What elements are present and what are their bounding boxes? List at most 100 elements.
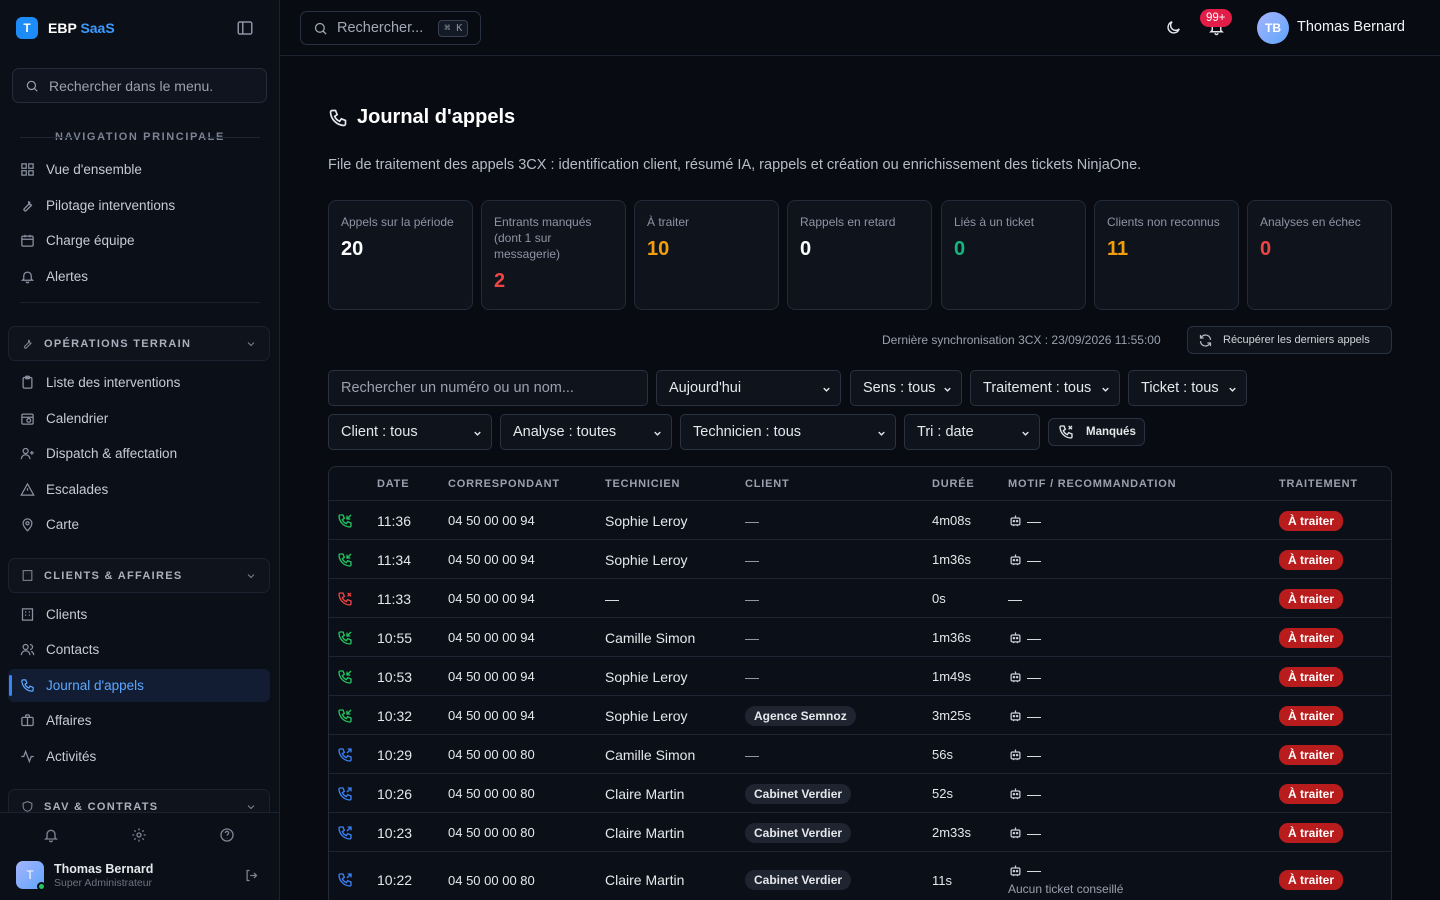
chevron-down-icon [1229, 387, 1236, 392]
status-badge[interactable]: À traiter [1279, 627, 1344, 648]
group-clients-affaires[interactable]: CLIENTS & AFFAIRES [8, 558, 270, 593]
client-select[interactable]: Client : tous [328, 414, 492, 450]
chevron-down-icon [474, 431, 481, 436]
bell-icon[interactable] [43, 827, 59, 843]
sidebar-item-alertes[interactable]: Alertes [8, 260, 270, 293]
fetch-calls-button[interactable]: Récupérer les derniers appels [1187, 326, 1392, 354]
sidebar-item-contacts[interactable]: Contacts [8, 633, 270, 666]
client-badge[interactable]: Cabinet Verdier [745, 870, 852, 890]
sidebar-item-clients[interactable]: Clients [8, 598, 270, 631]
sidebar-user[interactable]: T Thomas Bernard Super Administrateur [16, 861, 154, 891]
logout-icon[interactable] [244, 868, 259, 883]
cell-number[interactable]: 04 50 00 00 94 [448, 540, 535, 579]
missed-calls-button[interactable]: Manqués [1048, 418, 1145, 446]
user-menu-name[interactable]: Thomas Bernard [1297, 19, 1405, 35]
sidebar-item-label: Dispatch & affectation [46, 446, 178, 461]
sidebar-item-pilotage[interactable]: Pilotage interventions [8, 189, 270, 222]
cell-motif: — [1008, 630, 1041, 646]
client-badge[interactable]: Cabinet Verdier [745, 822, 852, 843]
table-row[interactable]: 10:26 04 50 00 00 80 Claire Martin Cabinet … [329, 773, 1391, 813]
cell-number[interactable]: 04 50 00 00 80 [448, 852, 535, 900]
status-badge[interactable]: À traiter [1279, 705, 1344, 726]
group-operations-terrain[interactable]: OPÉRATIONS TERRAIN [8, 326, 270, 361]
sidebar-item-escalades[interactable]: Escalades [8, 473, 270, 506]
cell-motif: — [1008, 786, 1041, 802]
table-row[interactable]: 11:36 04 50 00 00 94 Sophie Leroy — 4m08s — À … [329, 500, 1391, 540]
status-badge[interactable]: À traiter [1279, 549, 1344, 570]
user-avatar[interactable]: TB [1257, 12, 1289, 44]
sidebar-item-dispatch[interactable]: Dispatch & affectation [8, 437, 270, 470]
cell-number[interactable]: 04 50 00 00 80 [448, 774, 535, 813]
cell-number[interactable]: 04 50 00 00 94 [448, 501, 535, 540]
menu-search-placeholder: Rechercher dans le menu. [49, 77, 214, 94]
table-row[interactable]: 10:55 04 50 00 00 94 Camille Simon — 1m36s — À… [329, 617, 1391, 657]
cell-client: — [745, 551, 759, 568]
cell-number[interactable]: 04 50 00 00 94 [448, 579, 535, 618]
phone-outgoing-icon [338, 873, 352, 887]
column-header-technicien[interactable]: TECHNICIEN [605, 478, 680, 490]
cell-technician: Sophie Leroy [605, 512, 688, 529]
status-badge[interactable]: À traiter [1279, 588, 1344, 609]
gear-icon[interactable] [131, 827, 147, 843]
cell-number[interactable]: 04 50 00 00 80 [448, 735, 535, 774]
sidebar-item-affaires[interactable]: Affaires [8, 704, 270, 737]
cell-number[interactable]: 04 50 00 00 94 [448, 696, 535, 735]
period-select[interactable]: Aujourd'hui [656, 370, 841, 406]
status-badge[interactable]: À traiter [1279, 744, 1344, 765]
sidebar-collapse-icon[interactable] [236, 19, 254, 37]
cell-duration: 1m49s [932, 669, 972, 684]
column-header-duree[interactable]: DURÉE [932, 478, 975, 490]
column-header-correspondant[interactable]: CORRESPONDANT [448, 478, 560, 490]
cell-technician: Sophie Leroy [605, 668, 688, 685]
table-row[interactable]: 11:33 04 50 00 00 94 — — 0s — À traiter [329, 578, 1391, 618]
calendar-clock-icon [21, 413, 34, 425]
technician-select[interactable]: Technicien : tous [680, 414, 896, 450]
analysis-select[interactable]: Analyse : toutes [500, 414, 672, 450]
cell-number[interactable]: 04 50 00 00 94 [448, 657, 535, 696]
client-badge[interactable]: Agence Semnoz [745, 705, 856, 726]
status-badge[interactable]: À traiter [1279, 666, 1344, 687]
table-row[interactable]: 10:22 04 50 00 00 80 Claire Martin Cabinet … [329, 851, 1391, 900]
column-header-motif[interactable]: MOTIF / RECOMMANDATION [1008, 478, 1176, 490]
sidebar-item-carte[interactable]: Carte [8, 508, 270, 541]
ticket-select[interactable]: Ticket : tous [1128, 370, 1247, 406]
direction-select[interactable]: Sens : tous [850, 370, 962, 406]
sidebar-item-calendrier[interactable]: Calendrier [8, 402, 270, 435]
moon-icon[interactable] [1165, 19, 1182, 36]
kpi-card: Entrants manqués (dont 1 sur messagerie)… [481, 200, 626, 310]
call-search-input[interactable]: Rechercher un numéro ou un nom... [328, 370, 648, 406]
sidebar-item-overview[interactable]: Vue d'ensemble [8, 153, 270, 186]
users-icon [20, 643, 35, 656]
menu-search-input[interactable]: Rechercher dans le menu. [12, 68, 267, 103]
table-row[interactable]: 10:32 04 50 00 00 94 Sophie Leroy Agence Se… [329, 695, 1391, 735]
table-row[interactable]: 10:53 04 50 00 00 94 Sophie Leroy — 1m49s — À … [329, 656, 1391, 696]
processing-select[interactable]: Traitement : tous [970, 370, 1120, 406]
sort-select[interactable]: Tri : date [904, 414, 1040, 450]
client-badge[interactable]: Cabinet Verdier [745, 783, 852, 804]
user-name: Thomas Bernard [54, 861, 154, 876]
status-badge[interactable]: À traiter [1279, 783, 1344, 804]
status-badge[interactable]: À traiter [1279, 822, 1344, 843]
status-badge[interactable]: À traiter [1279, 870, 1344, 890]
phone-incoming-icon [338, 552, 352, 567]
column-header-client[interactable]: CLIENT [745, 478, 790, 490]
kpi-label: À traiter [647, 215, 690, 229]
user-plus-icon [20, 447, 34, 460]
column-header-date[interactable]: DATE [377, 478, 409, 490]
cell-number[interactable]: 04 50 00 00 94 [448, 618, 535, 657]
cell-technician: Sophie Leroy [605, 707, 688, 724]
table-row[interactable]: 10:29 04 50 00 00 80 Camille Simon — 56s — À t… [329, 734, 1391, 774]
sidebar-item-journal-appels[interactable]: Journal d'appels [8, 669, 270, 702]
sidebar-item-activites[interactable]: Activités [8, 740, 270, 773]
wrench-icon [23, 339, 32, 349]
status-badge[interactable]: À traiter [1279, 510, 1344, 531]
sidebar-item-charge[interactable]: Charge équipe [8, 224, 270, 257]
column-header-traitement[interactable]: TRAITEMENT [1279, 478, 1358, 490]
global-search-button[interactable]: Rechercher... ⌘ K [300, 11, 481, 45]
table-row[interactable]: 10:23 04 50 00 00 80 Claire Martin Cabinet … [329, 812, 1391, 852]
table-row[interactable]: 11:34 04 50 00 00 94 Sophie Leroy — 1m36s — À … [329, 539, 1391, 579]
sidebar-item-interventions[interactable]: Liste des interventions [8, 366, 270, 399]
help-icon[interactable] [219, 827, 235, 843]
brand[interactable]: T EBP SaaS [16, 16, 115, 40]
cell-number[interactable]: 04 50 00 00 80 [448, 813, 535, 852]
